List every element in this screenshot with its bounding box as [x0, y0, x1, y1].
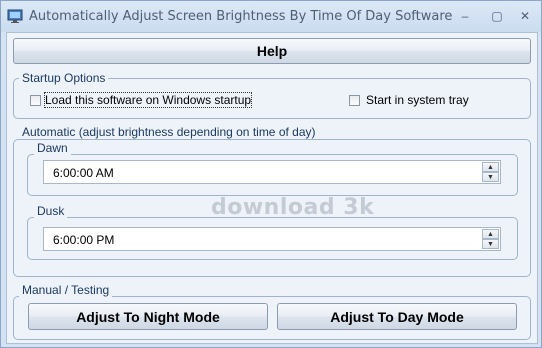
spin-up-icon[interactable]: ▲	[482, 229, 499, 239]
client-area: Help Startup Options Load this software …	[6, 32, 538, 344]
dusk-label: Dusk	[34, 204, 68, 218]
spin-up-icon[interactable]: ▲	[482, 162, 499, 172]
close-button[interactable]: ✕	[513, 7, 537, 25]
spin-down-icon[interactable]: ▼	[482, 172, 499, 182]
dusk-time-picker[interactable]: 6:00:00 PM ▲ ▼	[43, 227, 501, 251]
window-title: Automatically Adjust Screen Brightness B…	[29, 9, 453, 24]
maximize-button[interactable]: ▢	[485, 7, 509, 25]
start-in-tray-checkbox[interactable]	[349, 95, 360, 106]
spin-down-icon[interactable]: ▼	[482, 239, 499, 249]
help-button[interactable]: Help	[13, 38, 531, 64]
manual-label: Manual / Testing	[19, 283, 113, 297]
dawn-time-picker[interactable]: 6:00:00 AM ▲ ▼	[43, 160, 501, 184]
dawn-label: Dawn	[34, 141, 71, 155]
day-mode-button[interactable]: Adjust To Day Mode	[277, 303, 517, 330]
dawn-spinner: ▲ ▼	[482, 162, 499, 182]
load-on-startup-label[interactable]: Load this software on Windows startup	[43, 92, 253, 108]
maximize-icon: ▢	[491, 9, 503, 23]
minimize-button[interactable]: –	[453, 7, 477, 25]
close-icon: ✕	[519, 9, 531, 23]
dusk-spinner: ▲ ▼	[482, 229, 499, 249]
automatic-label: Automatic (adjust brightness depending o…	[19, 125, 319, 139]
main-window: Automatically Adjust Screen Brightness B…	[0, 0, 542, 348]
dusk-time-value: 6:00:00 PM	[53, 233, 115, 247]
startup-options-label: Startup Options	[19, 71, 109, 85]
night-mode-button[interactable]: Adjust To Night Mode	[28, 303, 268, 330]
minimize-icon: –	[461, 9, 469, 23]
app-icon	[7, 9, 23, 23]
load-on-startup-checkbox[interactable]	[30, 95, 41, 106]
title-bar[interactable]: Automatically Adjust Screen Brightness B…	[1, 1, 541, 32]
start-in-tray-label[interactable]: Start in system tray	[366, 93, 469, 107]
dawn-time-value: 6:00:00 AM	[53, 166, 114, 180]
